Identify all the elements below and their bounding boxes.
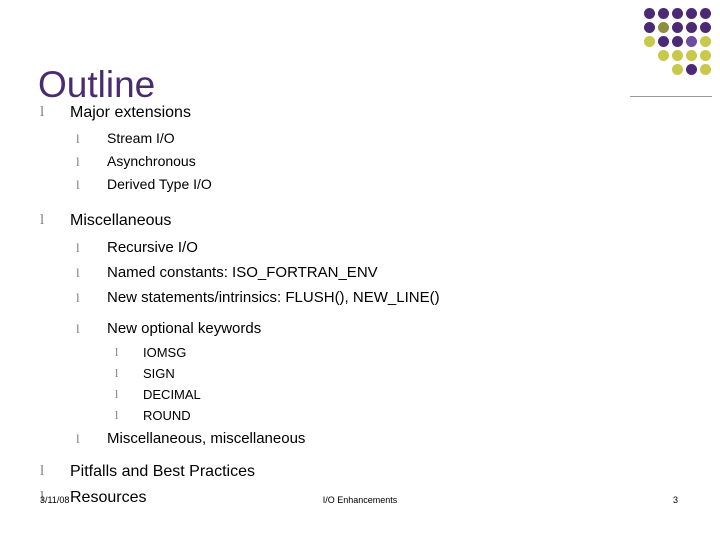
outline-item-pitfalls-and-best-practices[interactable]: l Pitfalls and Best Practices xyxy=(38,459,698,484)
outline-level2-list: l Stream I/O l Asynchronous l Derived Ty… xyxy=(70,127,698,196)
bullet-icon: l xyxy=(115,387,119,401)
bullet-icon: l xyxy=(76,431,80,446)
outline-item-label: Asynchronous xyxy=(107,153,196,169)
outline-item-label: New optional keywords xyxy=(107,320,262,337)
dot xyxy=(658,36,669,47)
outline-level1-list: l Major extensions l Stream I/O l Asynch… xyxy=(38,100,698,510)
outline-level3-list: l IOMSG l SIGN l DECIMAL l ROUND xyxy=(107,342,698,426)
outline-item-sign[interactable]: l SIGN xyxy=(107,363,698,384)
dot xyxy=(644,36,655,47)
outline-item-label: Stream I/O xyxy=(107,130,175,146)
outline-item-label: Derived Type I/O xyxy=(107,176,212,192)
footer-page-number: 3 xyxy=(672,495,678,505)
dot xyxy=(686,50,697,61)
dot xyxy=(672,22,683,33)
dot xyxy=(686,22,697,33)
outline-item-asynchronous[interactable]: l Asynchronous xyxy=(70,150,698,173)
dot xyxy=(686,8,697,19)
dot xyxy=(672,50,683,61)
bullet-icon: l xyxy=(115,408,119,422)
bullet-icon: l xyxy=(40,212,45,228)
slide: Outline l Major extensions l Stream I/O … xyxy=(0,0,720,540)
dot-grid-decoration xyxy=(644,8,712,86)
spacer xyxy=(38,452,698,458)
outline-item-label: Named constants: ISO_FORTRAN_ENV xyxy=(107,264,378,281)
dot xyxy=(686,36,697,47)
outline-body: l Major extensions l Stream I/O l Asynch… xyxy=(38,100,698,511)
dot xyxy=(644,8,655,19)
dot xyxy=(672,36,683,47)
spacer xyxy=(38,197,698,207)
bullet-icon: l xyxy=(76,131,80,146)
dot xyxy=(672,64,683,75)
dot xyxy=(672,8,683,19)
bullet-icon: l xyxy=(115,366,119,380)
dot xyxy=(700,36,711,47)
title-divider xyxy=(630,96,712,97)
outline-item-iomsg[interactable]: l IOMSG xyxy=(107,342,698,363)
bullet-icon: l xyxy=(40,463,45,479)
dot xyxy=(658,50,669,61)
outline-item-recursive-io[interactable]: l Recursive I/O xyxy=(70,235,698,260)
outline-item-round[interactable]: l ROUND xyxy=(107,405,698,426)
bullet-icon: l xyxy=(76,290,80,305)
outline-level2-list: l Recursive I/O l Named constants: ISO_F… xyxy=(70,235,698,451)
bullet-icon: l xyxy=(76,265,80,280)
dot xyxy=(686,64,697,75)
outline-item-label: Major extensions xyxy=(70,104,191,121)
outline-item-label: Recursive I/O xyxy=(107,239,198,256)
outline-item-derived-type-io[interactable]: l Derived Type I/O xyxy=(70,173,698,196)
dot xyxy=(700,22,711,33)
dot xyxy=(700,8,711,19)
dot xyxy=(658,8,669,19)
bullet-icon: l xyxy=(76,240,80,255)
outline-item-label: DECIMAL xyxy=(143,387,201,402)
outline-item-label: New statements/intrinsics: FLUSH(), NEW_… xyxy=(107,289,440,306)
dot xyxy=(644,22,655,33)
outline-item-miscellaneous[interactable]: l Miscellaneous l Recursive I/O l Named … xyxy=(38,208,698,451)
bullet-icon: l xyxy=(40,104,45,120)
outline-item-decimal[interactable]: l DECIMAL xyxy=(107,384,698,405)
bullet-icon: l xyxy=(76,154,80,169)
outline-item-miscellaneous-miscellaneous[interactable]: l Miscellaneous, miscellaneous xyxy=(70,426,698,451)
outline-item-major-extensions[interactable]: l Major extensions l Stream I/O l Asynch… xyxy=(38,100,698,196)
outline-item-label: Pitfalls and Best Practices xyxy=(70,463,255,480)
outline-item-named-constants[interactable]: l Named constants: ISO_FORTRAN_ENV xyxy=(70,260,698,285)
outline-item-label: Miscellaneous xyxy=(70,212,172,229)
bullet-icon: l xyxy=(115,345,119,359)
outline-item-label: SIGN xyxy=(143,366,175,381)
slide-footer: 3/11/08 I/O Enhancements 3 xyxy=(0,495,720,515)
dot xyxy=(658,22,669,33)
bullet-icon: l xyxy=(76,177,80,192)
outline-item-label: ROUND xyxy=(143,408,191,423)
dot xyxy=(700,50,711,61)
footer-title: I/O Enhancements xyxy=(322,495,398,505)
dot xyxy=(700,64,711,75)
bullet-icon: l xyxy=(76,321,80,336)
outline-item-stream-io[interactable]: l Stream I/O xyxy=(70,127,698,150)
outline-item-new-statements-intrinsics[interactable]: l New statements/intrinsics: FLUSH(), NE… xyxy=(70,285,698,310)
outline-item-new-optional-keywords[interactable]: l New optional keywords l IOMSG l SIGN l… xyxy=(70,316,698,426)
outline-item-label: IOMSG xyxy=(143,345,187,360)
outline-item-label: Miscellaneous, miscellaneous xyxy=(107,430,306,447)
